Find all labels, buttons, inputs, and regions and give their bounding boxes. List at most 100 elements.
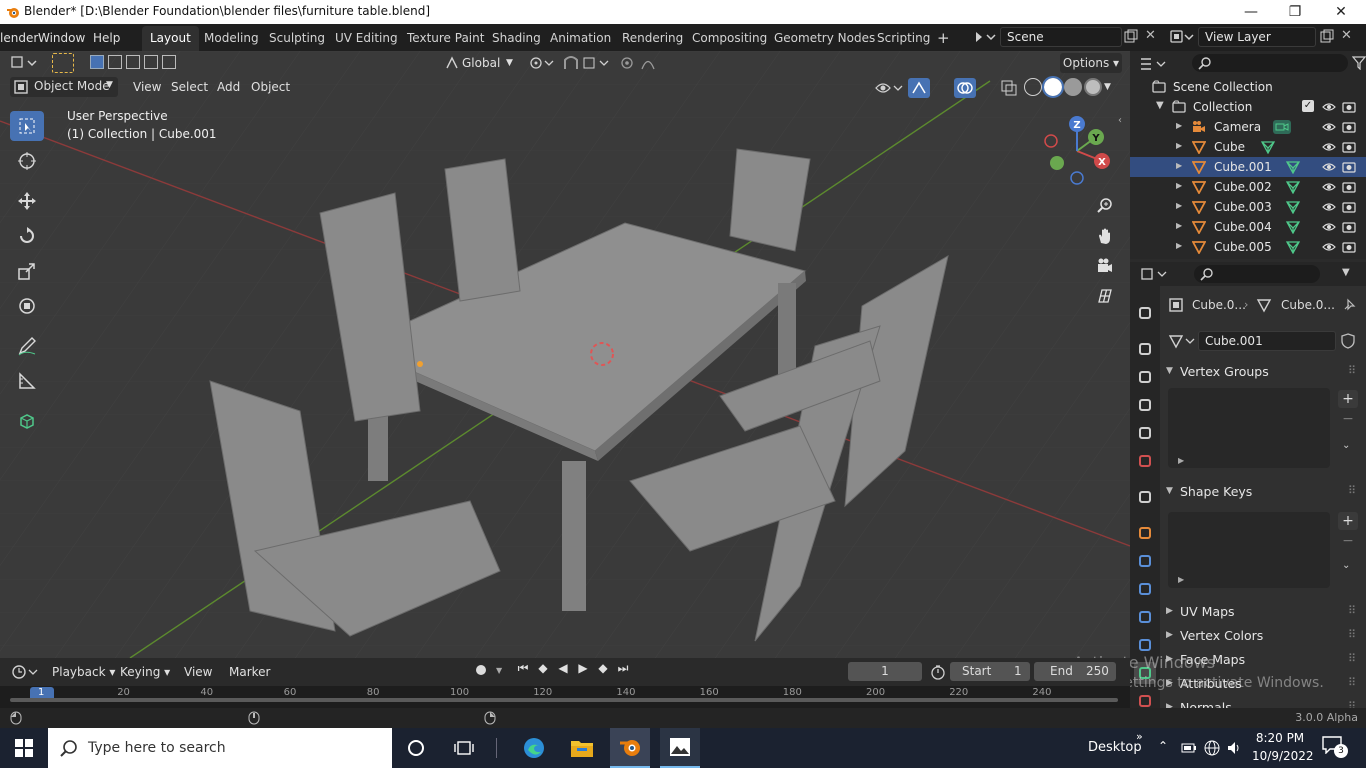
mesh-data-icon[interactable] xyxy=(1285,160,1301,174)
expand-arrow-icon[interactable]: ▶ xyxy=(1166,606,1173,616)
shading-mode-buttons[interactable]: ▼ xyxy=(1024,76,1122,98)
measure-tool[interactable] xyxy=(10,366,44,396)
chevron-down-icon[interactable]: ▼ xyxy=(1104,78,1116,98)
expand-arrow-icon[interactable]: ▶ xyxy=(1176,221,1182,230)
annotate-tool[interactable] xyxy=(10,331,44,361)
outliner-item-cube[interactable]: ▶ Cube xyxy=(1130,137,1366,157)
taskbar-search-box[interactable]: Type here to search xyxy=(48,728,392,768)
expand-arrow-icon[interactable]: ▶ xyxy=(1176,121,1182,130)
view-layer-name-field[interactable]: View Layer xyxy=(1198,27,1316,47)
transform-orientation-dropdown[interactable]: Global xyxy=(462,53,500,73)
menu-app[interactable]: lender xyxy=(0,28,38,48)
expand-arrow-icon[interactable]: ▶ xyxy=(1178,575,1184,584)
taskbar-date[interactable]: 10/9/2022 xyxy=(1252,749,1314,763)
properties-search-input[interactable] xyxy=(1194,265,1320,283)
remove-vertex-group-button[interactable]: − xyxy=(1338,410,1358,428)
scale-tool[interactable] xyxy=(10,256,44,286)
network-globe-icon[interactable] xyxy=(1204,740,1220,756)
render-camera-icon[interactable] xyxy=(1342,140,1356,154)
workspace-tab-texture-paint[interactable]: Texture Paint xyxy=(399,26,492,51)
mesh-data-icon[interactable] xyxy=(1285,200,1301,214)
maximize-button[interactable]: ❐ xyxy=(1272,0,1318,24)
sidebar-toggle-icon[interactable]: ‹ xyxy=(1118,115,1122,126)
outliner-editor-type-icon[interactable] xyxy=(1138,55,1168,73)
drag-handle-icon[interactable]: ⠿ xyxy=(1348,628,1356,641)
particles-tab-icon[interactable] xyxy=(1134,578,1156,600)
timeline-menu-view[interactable]: View xyxy=(184,662,212,682)
viewport-menu-view[interactable]: View xyxy=(133,77,161,97)
render-camera-icon[interactable] xyxy=(1342,120,1356,134)
timeline-scrollbar[interactable] xyxy=(10,698,1118,702)
snap-icon[interactable] xyxy=(562,54,612,72)
object-tab-icon[interactable] xyxy=(1134,522,1156,544)
render-camera-icon[interactable] xyxy=(1342,180,1356,194)
3d-viewport[interactable]: Global ▼ Options ▾ Object Mode ▼ View Se… xyxy=(0,51,1130,658)
chevron-down-icon[interactable]: ⌄ xyxy=(1342,560,1350,571)
move-tool[interactable] xyxy=(10,186,44,216)
visibility-icon[interactable] xyxy=(874,79,904,97)
proportional-editing-icon[interactable] xyxy=(618,54,668,72)
workspace-tab-rendering[interactable]: Rendering xyxy=(614,26,691,51)
mesh-data-icon[interactable] xyxy=(1285,240,1301,254)
render-camera-icon[interactable] xyxy=(1342,160,1356,174)
close-button[interactable]: ✕ xyxy=(1318,0,1364,24)
outliner-item-camera[interactable]: ▶ Camera xyxy=(1130,117,1366,137)
stopwatch-icon[interactable] xyxy=(930,664,946,680)
viewport-scene[interactable] xyxy=(0,51,1130,658)
expand-arrow-icon[interactable]: ▶ xyxy=(1176,141,1182,150)
drag-handle-icon[interactable]: ⠿ xyxy=(1348,484,1356,497)
taskbar-time[interactable]: 8:20 PM xyxy=(1252,731,1308,745)
volume-icon[interactable] xyxy=(1226,740,1242,756)
edge-app-button[interactable] xyxy=(514,732,554,764)
end-frame-field[interactable]: End 250 xyxy=(1034,662,1116,681)
outliner-item-cube-001[interactable]: ▶ Cube.001 xyxy=(1130,157,1366,177)
shape-keys-panel-title[interactable]: Shape Keys xyxy=(1180,484,1252,499)
start-button[interactable] xyxy=(4,732,44,764)
render-tab-icon[interactable] xyxy=(1134,338,1156,360)
notification-center-button[interactable]: 3 xyxy=(1322,736,1348,758)
outliner-scene-collection-row[interactable]: Scene Collection xyxy=(1130,77,1366,97)
eye-icon[interactable] xyxy=(1322,160,1336,174)
file-explorer-app-button[interactable] xyxy=(562,732,602,764)
outliner-item-cube-003[interactable]: ▶ Cube.003 xyxy=(1130,197,1366,217)
material-shading-icon[interactable] xyxy=(1064,78,1082,96)
jump-start-icon[interactable]: ⏮ xyxy=(514,661,532,681)
vertex-groups-panel-title[interactable]: Vertex Groups xyxy=(1180,364,1269,379)
view-layer-icon[interactable] xyxy=(1170,29,1196,45)
eye-icon[interactable] xyxy=(1322,100,1336,114)
expand-arrow-icon[interactable]: ▶ xyxy=(1176,161,1182,170)
current-frame-field[interactable]: 1 xyxy=(848,662,922,681)
remove-scene-icon[interactable]: ✕ xyxy=(1145,28,1156,43)
add-vertex-group-button[interactable]: + xyxy=(1338,390,1358,408)
expand-arrow-icon[interactable]: ▶ xyxy=(1178,456,1184,465)
pivot-point-icon[interactable] xyxy=(526,54,556,72)
select-tool-icon[interactable] xyxy=(52,53,74,73)
drag-handle-icon[interactable]: ⠿ xyxy=(1348,364,1356,377)
mode-dropdown[interactable]: Object Mode ▼ xyxy=(10,77,118,97)
workspace-tab-uv-editing[interactable]: UV Editing xyxy=(327,26,406,51)
drag-handle-icon[interactable]: ⠿ xyxy=(1348,652,1356,665)
chevron-down-icon[interactable]: ▼ xyxy=(1342,267,1350,278)
render-camera-icon[interactable] xyxy=(1342,240,1356,254)
tool-tab-icon[interactable] xyxy=(1134,302,1156,324)
remove-view-layer-icon[interactable]: ✕ xyxy=(1341,28,1352,43)
drag-handle-icon[interactable]: ⠿ xyxy=(1348,700,1356,708)
expand-arrow-icon[interactable]: ▶ xyxy=(1176,241,1182,250)
overlays-toggle-button[interactable] xyxy=(954,78,976,98)
toolbar-expand-icon[interactable]: » xyxy=(1136,730,1143,743)
minimize-button[interactable]: — xyxy=(1228,0,1274,24)
normals-panel-title[interactable]: Normals xyxy=(1180,700,1232,708)
menu-window[interactable]: Window xyxy=(38,28,85,48)
shape-keys-list[interactable] xyxy=(1168,512,1330,588)
pan-view-button[interactable] xyxy=(1091,222,1119,250)
eye-icon[interactable] xyxy=(1322,200,1336,214)
tray-expand-icon[interactable]: ⌃ xyxy=(1158,739,1168,753)
eye-icon[interactable] xyxy=(1322,220,1336,234)
wireframe-shading-icon[interactable] xyxy=(1024,78,1042,96)
remove-shape-key-button[interactable]: − xyxy=(1338,532,1358,550)
workspace-tab-sculpting[interactable]: Sculpting xyxy=(261,26,333,51)
jump-end-icon[interactable]: ⏭ xyxy=(614,661,632,681)
expand-arrow-icon[interactable]: ▼ xyxy=(1166,366,1173,376)
editor-type-icon[interactable] xyxy=(10,53,40,73)
add-workspace-button[interactable]: + xyxy=(929,26,958,51)
